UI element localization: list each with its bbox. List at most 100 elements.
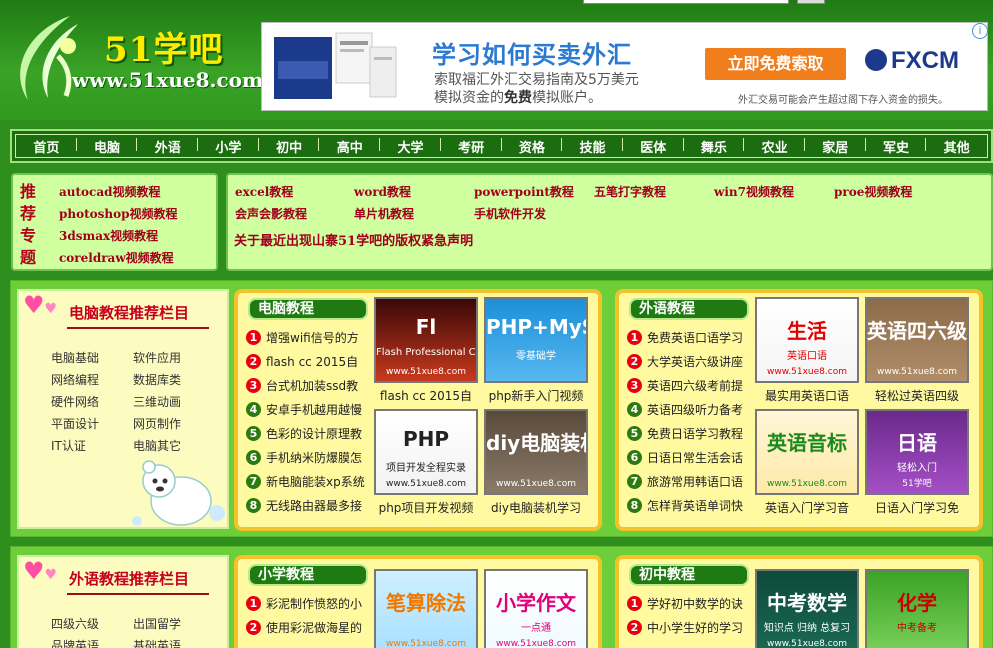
list-item-label: flash cc 2015自 bbox=[266, 354, 359, 369]
side-menu-item[interactable]: 品牌英语 bbox=[51, 637, 99, 648]
list-item[interactable]: 5 色彩的设计原理教 bbox=[246, 423, 362, 443]
tab-primary[interactable]: 小学教程 bbox=[248, 564, 368, 586]
nav-item[interactable]: 考研 bbox=[441, 137, 502, 156]
recommend-link[interactable]: coreldraw视频教程 bbox=[59, 249, 174, 266]
thumbnail-caption[interactable]: php新手入门视频 bbox=[481, 387, 591, 404]
thumbnail-title: diy电脑装机学习视频 bbox=[486, 431, 586, 455]
recommend-link[interactable]: word教程 bbox=[354, 183, 411, 200]
thumbnail[interactable]: 英语音标 www.51xue8.com bbox=[755, 409, 859, 495]
thumbnail[interactable]: 日语 轻松入门 51学吧 bbox=[865, 409, 969, 495]
thumbnail[interactable]: PHP 项目开发全程实录 www.51xue8.com bbox=[374, 409, 478, 495]
list-item[interactable]: 7 新电脑能装xp系统 bbox=[246, 471, 365, 491]
thumbnail-caption[interactable]: php项目开发视频 bbox=[371, 499, 481, 516]
thumbnail-subtitle: Flash Professional CC bbox=[376, 347, 476, 358]
nav-item[interactable]: 外语 bbox=[137, 137, 198, 156]
list-item[interactable]: 2 中小学生好的学习 bbox=[627, 617, 743, 637]
list-item[interactable]: 1 免费英语口语学习 bbox=[627, 327, 743, 347]
list-item[interactable]: 7 旅游常用韩语口语 bbox=[627, 471, 743, 491]
recommend-link[interactable]: autocad视频教程 bbox=[59, 183, 161, 200]
thumbnail[interactable]: 笔算除法 www.51xue8.com bbox=[374, 569, 478, 648]
list-item-label: 日语日常生活会话 bbox=[647, 450, 744, 465]
recommend-link[interactable]: win7视频教程 bbox=[714, 183, 794, 200]
side-menu-item[interactable]: 电脑基础 bbox=[51, 349, 99, 366]
list-item[interactable]: 8 无线路由器最多接 bbox=[246, 495, 362, 515]
recommend-link[interactable]: 会声会影教程 bbox=[235, 205, 307, 222]
side-menu-item[interactable]: 软件应用 bbox=[133, 349, 181, 366]
site-logo[interactable]: 51学吧 www.51xue8.com bbox=[8, 10, 263, 110]
side-menu-item[interactable]: 网页制作 bbox=[133, 415, 181, 432]
nav-item[interactable]: 舞乐 bbox=[684, 137, 745, 156]
thumbnail[interactable]: 英语四六级交流会 www.51xue8.com bbox=[865, 297, 969, 383]
list-item[interactable]: 1 学好初中数学的诀 bbox=[627, 593, 743, 613]
nav-item[interactable]: 技能 bbox=[562, 137, 623, 156]
nav-item[interactable]: 家居 bbox=[805, 137, 866, 156]
list-item[interactable]: 6 手机纳米防爆膜怎 bbox=[246, 447, 362, 467]
list-item[interactable]: 1 增强wifi信号的方 bbox=[246, 327, 359, 347]
rank-number-icon: 6 bbox=[627, 449, 642, 465]
side-menu-item[interactable]: 基础英语 bbox=[133, 637, 181, 648]
list-item[interactable]: 5 免费日语学习教程 bbox=[627, 423, 743, 443]
thumbnail-caption[interactable]: 英语入门学习音 bbox=[752, 499, 862, 516]
list-item[interactable]: 1 彩泥制作愤怒的小 bbox=[246, 593, 362, 613]
recommend-link[interactable]: 单片机教程 bbox=[354, 205, 414, 222]
nav-item[interactable]: 农业 bbox=[744, 137, 805, 156]
list-item[interactable]: 4 英语四级听力备考 bbox=[627, 399, 743, 419]
thumbnail-caption[interactable]: 轻松过英语四级 bbox=[862, 387, 972, 404]
list-item[interactable]: 2 使用彩泥做海星的 bbox=[246, 617, 362, 637]
nav-item[interactable]: 其他 bbox=[926, 137, 987, 156]
recommend-link[interactable]: 五笔打字教程 bbox=[594, 183, 666, 200]
side-menu-item[interactable]: 硬件网络 bbox=[51, 393, 99, 410]
side-menu-item[interactable]: 四级六级 bbox=[51, 615, 99, 632]
recommend-link[interactable]: 3dsmax视频教程 bbox=[59, 227, 158, 244]
thumbnail-caption[interactable]: flash cc 2015自 bbox=[371, 387, 481, 404]
list-item[interactable]: 3 英语四六级考前提 bbox=[627, 375, 743, 395]
ad-info-icon[interactable]: i bbox=[972, 23, 988, 39]
copyright-notice-link[interactable]: 关于最近出现山寨51学吧的版权紧急声明 bbox=[234, 230, 473, 249]
list-item[interactable]: 6 日语日常生活会话 bbox=[627, 447, 743, 467]
search-button[interactable] bbox=[797, 0, 825, 4]
recommend-link[interactable]: photoshop视频教程 bbox=[59, 205, 178, 222]
list-item[interactable]: 3 台式机加装ssd教 bbox=[246, 375, 358, 395]
recommend-link[interactable]: proe视频教程 bbox=[834, 183, 912, 200]
advert-banner[interactable]: 学习如何买卖外汇 索取福汇外汇交易指南及5万美元 模拟资金的免费模拟账户。 立即… bbox=[261, 22, 988, 111]
panel-primary: 小学教程 1 彩泥制作愤怒的小 2 使用彩泥做海星的 笔算除法 www.51xue8.c… bbox=[234, 555, 602, 648]
side-menu-item[interactable]: 三维动画 bbox=[133, 393, 181, 410]
thumbnail[interactable]: 生活 英语口语 www.51xue8.com bbox=[755, 297, 859, 383]
nav-item[interactable]: 初中 bbox=[259, 137, 320, 156]
thumbnail-caption[interactable]: 最实用英语口语 bbox=[752, 387, 862, 404]
recommend-link[interactable]: powerpoint教程 bbox=[474, 183, 574, 200]
list-item[interactable]: 4 安卓手机越用越慢 bbox=[246, 399, 362, 419]
side-menu-item[interactable]: IT认证 bbox=[51, 437, 86, 454]
thumbnail[interactable]: 小学作文 一点通 www.51xue8.com bbox=[484, 569, 588, 648]
tab-computer[interactable]: 电脑教程 bbox=[248, 298, 368, 320]
nav-item[interactable]: 大学 bbox=[380, 137, 441, 156]
nav-item[interactable]: 医体 bbox=[623, 137, 684, 156]
list-item[interactable]: 2 flash cc 2015自 bbox=[246, 351, 358, 371]
thumbnail[interactable]: 中考数学 知识点 归纳 总复习 www.51xue8.com bbox=[755, 569, 859, 648]
ad-cta-button[interactable]: 立即免费索取 bbox=[705, 48, 846, 80]
side-menu-item[interactable]: 出国留学 bbox=[133, 615, 181, 632]
nav-item[interactable]: 资格 bbox=[502, 137, 563, 156]
recommend-link[interactable]: 手机软件开发 bbox=[474, 205, 546, 222]
side-menu-item[interactable]: 网络编程 bbox=[51, 371, 99, 388]
tab-junior[interactable]: 初中教程 bbox=[629, 564, 749, 586]
thumbnail-caption[interactable]: 日语入门学习免 bbox=[862, 499, 972, 516]
search-input[interactable] bbox=[583, 0, 789, 4]
list-item[interactable]: 2 大学英语六级讲座 bbox=[627, 351, 743, 371]
thumbnail-caption[interactable]: diy电脑装机学习 bbox=[481, 499, 591, 516]
list-item[interactable]: 8 怎样背英语单词快 bbox=[627, 495, 743, 515]
thumbnail[interactable]: 化学 中考备考 bbox=[865, 569, 969, 648]
side-menu-item[interactable]: 平面设计 bbox=[51, 415, 99, 432]
recommend-link[interactable]: excel教程 bbox=[235, 183, 293, 200]
thumbnail[interactable]: Fl Flash Professional CC www.51xue8.com bbox=[374, 297, 478, 383]
thumbnail[interactable]: diy电脑装机学习视频 www.51xue8.com bbox=[484, 409, 588, 495]
thumbnail[interactable]: PHP+MySQL 零基础学 bbox=[484, 297, 588, 383]
tab-language[interactable]: 外语教程 bbox=[629, 298, 749, 320]
nav-item[interactable]: 小学 bbox=[198, 137, 259, 156]
nav-item[interactable]: 首页 bbox=[16, 137, 77, 156]
rank-number-icon: 4 bbox=[627, 401, 642, 417]
nav-item[interactable]: 高中 bbox=[319, 137, 380, 156]
side-menu-item[interactable]: 数据库类 bbox=[133, 371, 181, 388]
nav-item[interactable]: 军史 bbox=[866, 137, 927, 156]
nav-item[interactable]: 电脑 bbox=[77, 137, 138, 156]
